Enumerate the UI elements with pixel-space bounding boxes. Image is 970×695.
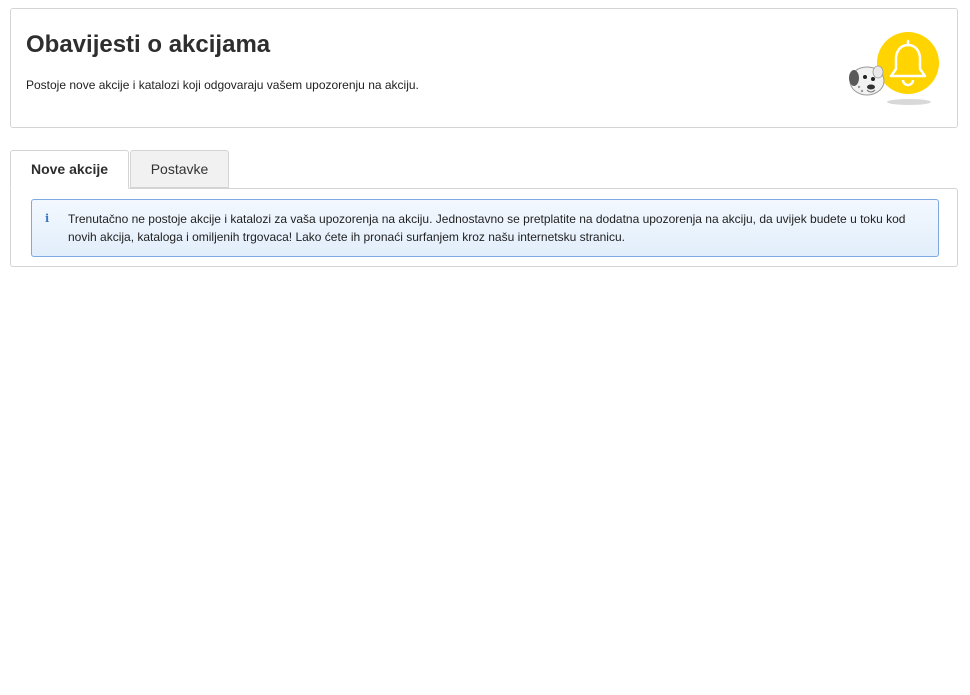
page-title: Obavijesti o akcijama <box>26 31 271 58</box>
header-card: Obavijesti o akcijama Postoje nove akcij… <box>10 8 958 128</box>
tab-panel: i Trenutačno ne postoje akcije i kataloz… <box>10 188 958 267</box>
info-icon: i <box>45 212 50 225</box>
page-description: Postoje nove akcije i katalozi koji odgo… <box>26 78 419 92</box>
info-message-text: Trenutačno ne postoje akcije i katalozi … <box>68 212 906 244</box>
tab-nove-akcije[interactable]: Nove akcije <box>10 150 129 189</box>
dog-with-bell-icon <box>849 32 939 105</box>
info-message-box: i Trenutačno ne postoje akcije i kataloz… <box>31 199 939 257</box>
tab-postavke[interactable]: Postavke <box>130 150 229 188</box>
